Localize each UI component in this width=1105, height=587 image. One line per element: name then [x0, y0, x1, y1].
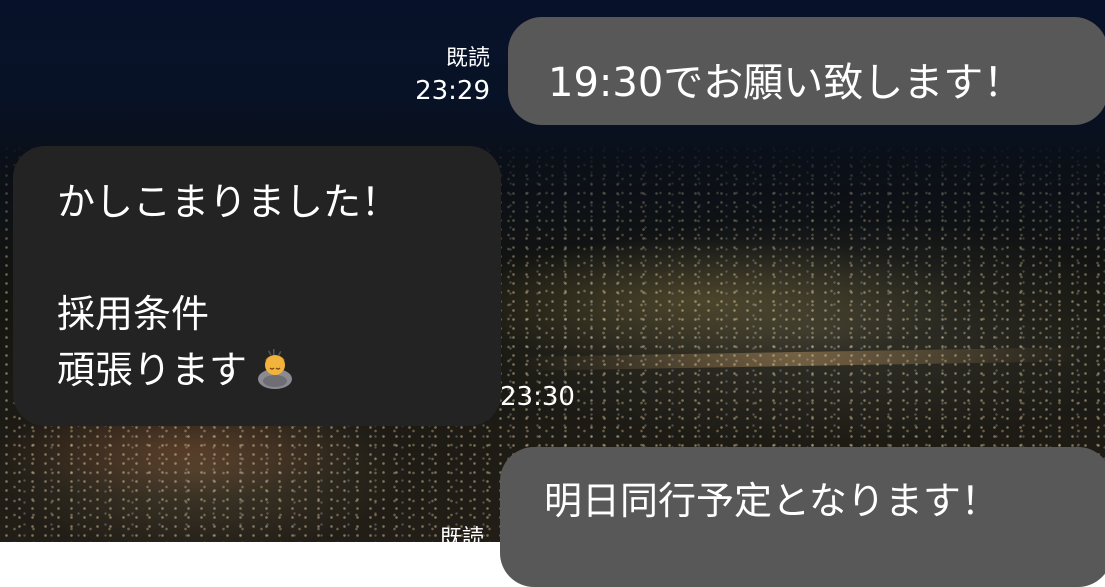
message-text-line: 明日同行予定となります！ [544, 479, 999, 523]
message-timestamp: 23:30 [500, 382, 575, 412]
message-meta: 既読 23:29 [380, 44, 490, 108]
bowing-person-icon [258, 349, 293, 389]
message-text: 19:30でお願い致します！ [548, 60, 1024, 106]
outgoing-message-bubble[interactable]: 19:30でお願い致します！ [508, 17, 1105, 125]
read-receipt: 既読 [439, 526, 484, 551]
message-text-line: かしこまりました！ [57, 180, 400, 224]
outgoing-message-bubble[interactable]: 明日同行予定となります！ [500, 447, 1105, 587]
message-text-line: 頑張ります [57, 342, 501, 398]
incoming-message-bubble[interactable]: かしこまりました！ 採用条件 頑張ります [13, 146, 501, 426]
message-meta: 23:30 [500, 380, 605, 414]
message-text-line: 採用条件 [57, 292, 210, 336]
message-meta: 既読 [380, 524, 484, 554]
read-receipt: 既読 [445, 46, 490, 71]
message-timestamp: 23:29 [415, 76, 490, 106]
message-text: 頑張ります [57, 348, 248, 392]
